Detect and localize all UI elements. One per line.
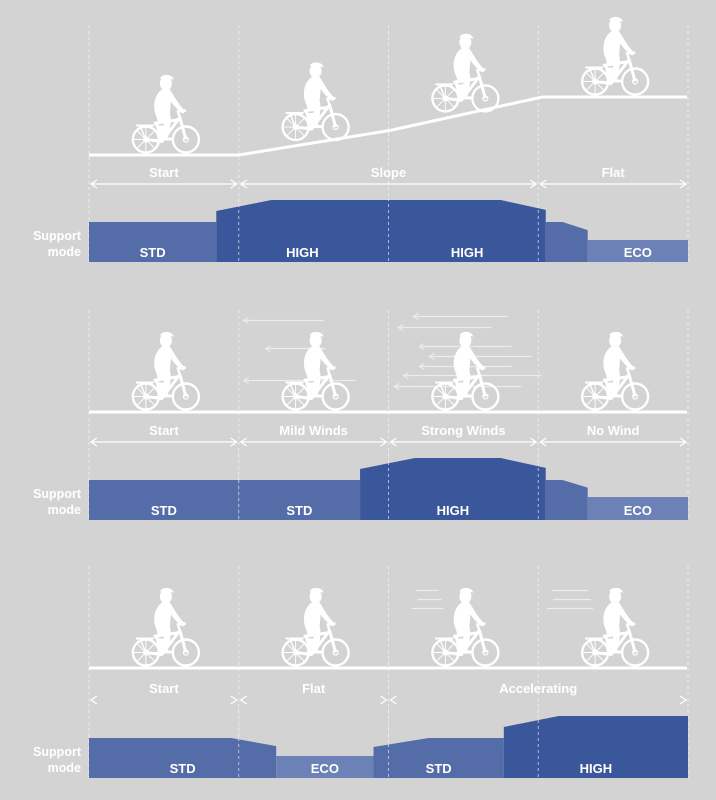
mode-label-std: STD <box>426 761 452 776</box>
segment-label: Strong Winds <box>421 423 505 438</box>
segment-label: Flat <box>302 681 326 696</box>
segment-label: Start <box>149 681 179 696</box>
support-mode-label-line: mode <box>48 245 81 259</box>
mode-label-high: HIGH <box>451 245 484 260</box>
cyclist <box>547 586 650 667</box>
support-mode-label-line: mode <box>48 761 81 775</box>
segment-label: Slope <box>371 165 406 180</box>
cyclist <box>131 73 201 154</box>
cyclist-icon <box>430 586 500 667</box>
cyclist <box>580 330 650 411</box>
segment-start: Start <box>89 681 238 705</box>
arrow-right-icon <box>679 695 688 705</box>
segment-label: Start <box>149 423 179 438</box>
cyclist-icon <box>281 60 351 142</box>
segment-mild-winds: Mild Winds <box>239 423 388 447</box>
support-mode-label-line: Support <box>33 487 82 501</box>
cyclist-icon <box>580 330 650 411</box>
segment-strong-winds: Strong Winds <box>389 423 538 447</box>
cyclist-icon <box>580 15 650 96</box>
segment-no-wind: No Wind <box>539 423 688 447</box>
segment-slope: Slope <box>239 165 538 189</box>
cyclist <box>281 60 351 142</box>
segment-label: Accelerating <box>499 681 577 696</box>
support-mode-label-line: Support <box>33 229 82 243</box>
cyclist <box>411 586 500 667</box>
mode-label-eco: ECO <box>311 761 339 776</box>
segment-label: Flat <box>602 165 626 180</box>
mode-label-eco: ECO <box>624 503 652 518</box>
mode-label-eco: ECO <box>624 245 652 260</box>
segment-start: Start <box>89 423 238 447</box>
arrow-right-icon <box>380 695 388 705</box>
arrow-left-icon <box>389 695 397 705</box>
cyclist-icon <box>281 330 351 411</box>
panels: STD HIGH HIGH ECOSupport modeStart Slope FlatS… <box>33 15 689 778</box>
arrow-left-icon <box>89 695 98 705</box>
cyclist-icon <box>430 32 500 113</box>
cyclist <box>131 330 201 411</box>
wind-scenario: STD STD HIGH ECO Support mode Start Mild Winds S… <box>33 310 689 520</box>
acceleration-scenario: STD ECO STD HIGH Support mode Start Flat Acceler… <box>33 566 689 778</box>
support-mode-diagram: STD HIGH HIGH ECOSupport modeStart Slope FlatS… <box>33 15 689 778</box>
cyclist <box>393 312 542 411</box>
mode-block-std <box>545 222 588 262</box>
segment-label: Mild Winds <box>279 423 348 438</box>
support-mode-label: Support mode <box>33 745 82 775</box>
slope-scenario: STD HIGH HIGH ECO Support mode Start Slope Flat <box>33 15 689 262</box>
support-mode-label-line: mode <box>48 503 81 517</box>
cyclist <box>131 586 201 667</box>
cyclist-icon <box>580 586 650 667</box>
mode-block-std <box>545 480 588 520</box>
mode-label-std: STD <box>151 503 177 518</box>
mode-label-std: STD <box>170 761 196 776</box>
segment-label: No Wind <box>587 423 640 438</box>
support-mode-label: Support mode <box>33 487 82 517</box>
mode-label-high: HIGH <box>286 245 319 260</box>
segment-flat: Flat <box>239 681 388 705</box>
mode-label-std: STD <box>140 245 166 260</box>
cyclist <box>580 15 650 96</box>
mode-label-high: HIGH <box>437 503 470 518</box>
cyclist-icon <box>430 330 500 411</box>
cyclist-icon <box>131 586 201 667</box>
arrow-right-icon <box>230 695 238 705</box>
mode-label-high: HIGH <box>580 761 613 776</box>
cyclist <box>430 32 500 113</box>
cyclist-icon <box>131 73 201 154</box>
cyclist-icon <box>131 330 201 411</box>
support-mode-label-line: Support <box>33 745 82 759</box>
cyclist <box>281 586 351 667</box>
cyclist <box>242 316 356 411</box>
segment-flat: Flat <box>539 165 688 189</box>
mode-label-std: STD <box>286 503 312 518</box>
segment-start: Start <box>89 165 238 189</box>
cyclist-icon <box>281 586 351 667</box>
segment-label: Start <box>149 165 179 180</box>
support-mode-label: Support mode <box>33 229 82 259</box>
arrow-left-icon <box>239 695 248 705</box>
